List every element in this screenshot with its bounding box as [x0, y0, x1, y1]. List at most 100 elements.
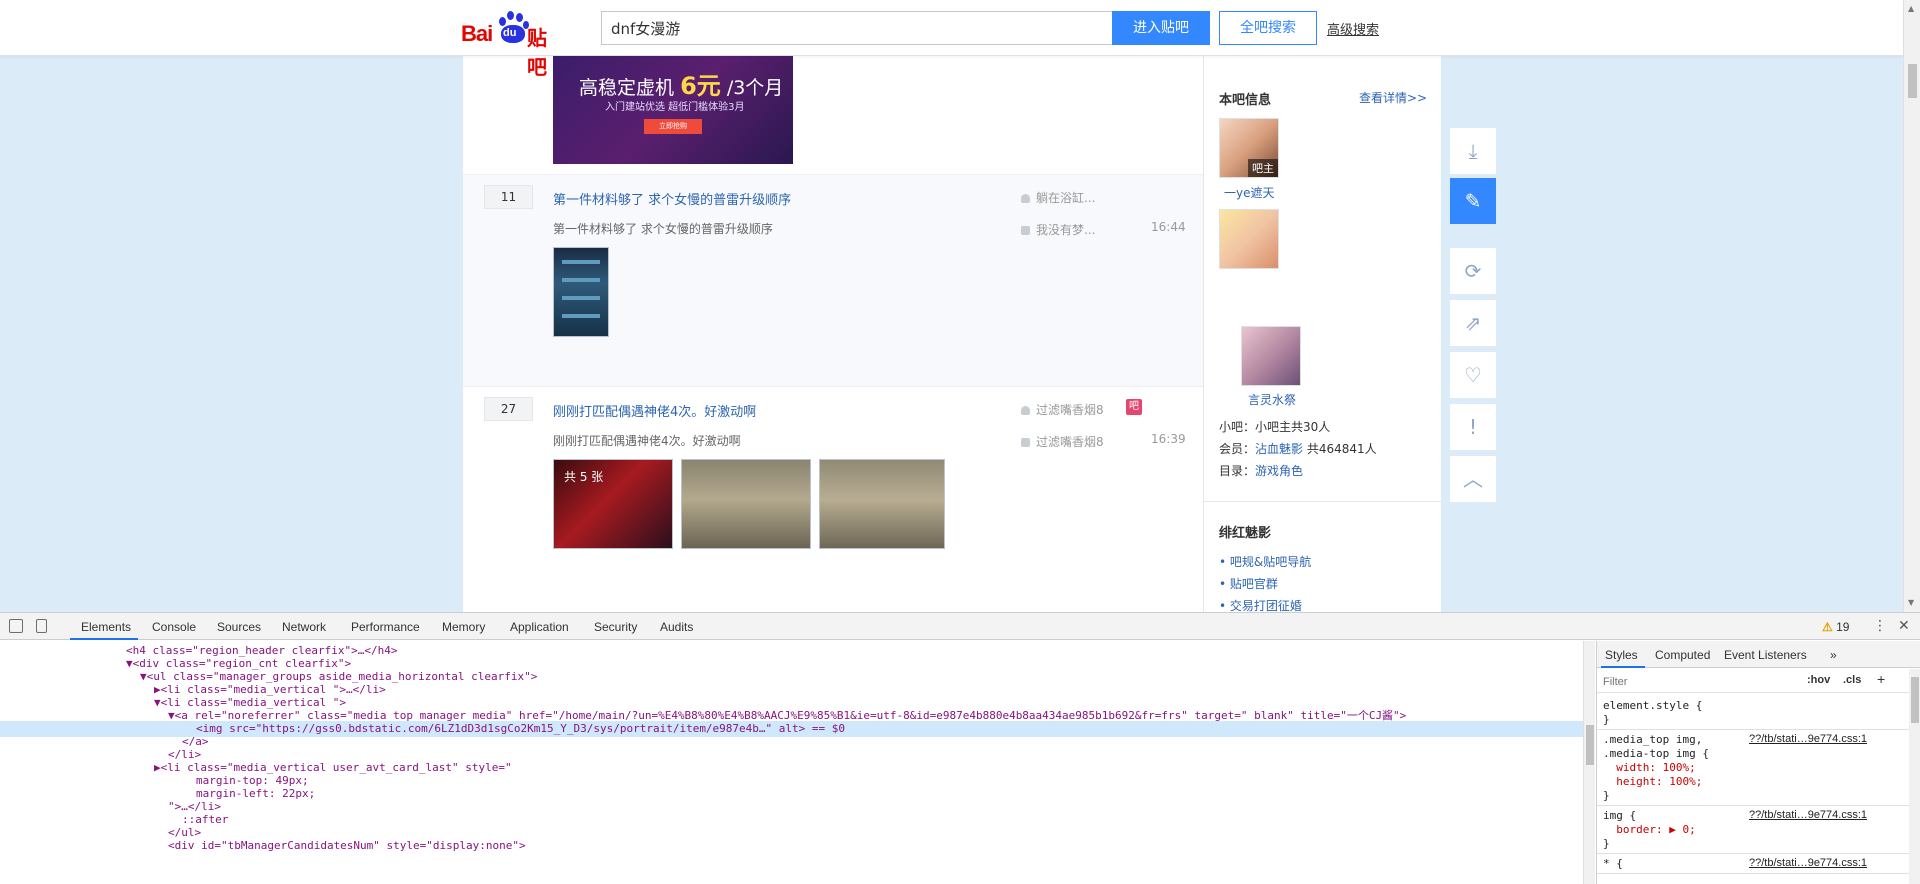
thread-author[interactable]: 躺在浴缸... [1021, 189, 1095, 206]
owner-name-link[interactable]: 一ye遮天 [1224, 184, 1275, 201]
thread-title-link[interactable]: 第一件材料够了 求个女慢的普雷升级顺序 [553, 189, 791, 208]
reply-count: 11 [484, 185, 533, 209]
thread-thumbnail[interactable] [681, 459, 811, 549]
reply-count: 27 [484, 397, 533, 421]
sidebar-link[interactable]: 吧规&贴吧导航 [1219, 553, 1311, 570]
sidebar-link[interactable]: 交易打团征婚 [1219, 597, 1302, 612]
image-count: 共 5 张 [564, 470, 604, 484]
elements-dom-tree[interactable]: <h4 class="region_header clearfix">…</h4… [0, 641, 1583, 884]
category-info: 目录：游戏角色 [1219, 464, 1304, 478]
manager-name-link[interactable]: 言灵水祭 [1248, 391, 1296, 408]
selected-tab-indicator [1601, 666, 1645, 668]
view-details-link[interactable]: 查看详情>> [1359, 89, 1427, 106]
manager-avatar[interactable] [1241, 326, 1301, 386]
tab-console[interactable]: Console [152, 620, 196, 634]
advanced-search-link[interactable]: 高级搜索 [1327, 19, 1379, 38]
new-rule-button[interactable]: + [1877, 671, 1885, 687]
thread-thumbnail[interactable] [553, 247, 609, 337]
class-toggle[interactable]: .cls [1843, 674, 1861, 686]
warning-icon: ⚠ [1822, 620, 1833, 634]
sidebar-link[interactable]: 贴吧官群 [1219, 575, 1278, 592]
member-title-link[interactable]: 沾血魅影 [1255, 442, 1303, 456]
tab-computed[interactable]: Computed [1655, 648, 1710, 662]
stylesheet-source-link[interactable]: ??/tb/stati…9e774.css:1 [1749, 733, 1867, 745]
more-options-icon[interactable]: ⋮ [1873, 618, 1887, 634]
style-rule-line[interactable]: .media_top img, ??/tb/stati…9e774.css:1 [1597, 733, 1920, 747]
tab-performance[interactable]: Performance [351, 620, 420, 634]
search-all-button[interactable]: 全吧搜索 [1219, 11, 1317, 45]
inspect-element-icon[interactable] [9, 619, 23, 633]
tab-audits[interactable]: Audits [660, 620, 693, 634]
tieba-header: Bai du 贴吧 进入贴吧 全吧搜索 高级搜索 [0, 0, 1903, 79]
ad-cta-button[interactable]: 立即抢购 [644, 119, 702, 134]
thread-item: 27 刚刚打匹配偶遇神佬4次。好激动啊 刚刚打匹配偶遇神佬4次。好激动啊 过滤嘴… [463, 386, 1203, 612]
reply-time: 16:44 [1151, 220, 1186, 234]
category-link[interactable]: 游戏角色 [1255, 464, 1303, 478]
devtools-tabbar: Elements Console Sources Network Perform… [0, 613, 1920, 640]
tieba-logo[interactable]: Bai du 贴吧 [461, 11, 565, 79]
style-rule-line[interactable]: height: 100%; [1597, 775, 1920, 789]
rule-divider [1597, 873, 1920, 874]
style-rule-line[interactable]: img {??/tb/stati…9e774.css:1 [1597, 809, 1920, 823]
scroll-down-icon[interactable]: ▼ [1908, 598, 1914, 607]
tab-sources[interactable]: Sources [217, 620, 261, 634]
tab-network[interactable]: Network [282, 620, 326, 634]
styles-pane: Styles Computed Event Listeners » :hov .… [1596, 641, 1920, 884]
tab-event-listeners[interactable]: Event Listeners [1724, 648, 1807, 662]
share-icon[interactable]: ⇗ [1450, 300, 1496, 346]
style-rule-line[interactable]: element.style { [1597, 699, 1920, 713]
style-rule-line[interactable]: } [1597, 837, 1920, 851]
style-rule-line[interactable]: width: 100%; [1597, 761, 1920, 775]
search-input[interactable] [601, 11, 1113, 45]
dom-node-line[interactable]: <div id="tbManagerCandidatesNum" style="… [0, 838, 1583, 854]
last-replier[interactable]: 过滤嘴香烟8 [1021, 433, 1104, 450]
device-toolbar-icon[interactable] [36, 619, 47, 633]
back-to-top-icon[interactable]: ︿ [1450, 456, 1496, 502]
tab-styles[interactable]: Styles [1605, 648, 1638, 662]
hover-state-toggle[interactable]: :hov [1807, 674, 1830, 686]
download-app-icon[interactable]: ⤓ [1450, 128, 1496, 174]
elements-scrollbar[interactable] [1583, 641, 1595, 884]
tab-memory[interactable]: Memory [442, 620, 485, 634]
browser-viewport: Bai du 贴吧 进入贴吧 全吧搜索 高级搜索 高稳定虚机 6元 /3个月 入… [0, 0, 1920, 612]
close-icon[interactable]: ✕ [1898, 618, 1910, 634]
manager-avatar[interactable] [1219, 209, 1279, 269]
report-icon[interactable]: ! [1450, 404, 1496, 450]
devtools-panel: Elements Console Sources Network Perform… [0, 612, 1920, 884]
page-scrollbar[interactable]: ▲ ▼ [1903, 0, 1920, 612]
scrollbar-thumb[interactable] [1908, 64, 1917, 98]
section-title: 绯红魅影 [1219, 526, 1272, 541]
refresh-icon[interactable]: ⟳ [1450, 248, 1496, 294]
style-rule-line[interactable]: } [1597, 713, 1920, 727]
thread-abstract: 刚刚打匹配偶遇神佬4次。好激动啊 [553, 434, 741, 448]
stylesheet-source-link[interactable]: ??/tb/stati…9e774.css:1 [1749, 809, 1867, 821]
stylesheet-source-link[interactable]: ??/tb/stati…9e774.css:1 [1749, 857, 1867, 869]
tab-security[interactable]: Security [594, 620, 637, 634]
rule-divider [1597, 729, 1920, 730]
more-tabs-icon[interactable]: » [1830, 648, 1837, 662]
scroll-up-icon[interactable]: ▲ [1908, 4, 1914, 13]
favorite-icon[interactable]: ♡ [1450, 352, 1496, 398]
ad-headline: 高稳定虚机 6元 /3个月 [579, 72, 784, 100]
ad-banner[interactable]: 高稳定虚机 6元 /3个月 入门建站优选 超低门槛体验3月 立即抢购 [553, 56, 793, 164]
thread-title-link[interactable]: 刚刚打匹配偶遇神佬4次。好激动啊 [553, 401, 756, 420]
styles-scrollbar[interactable] [1909, 669, 1920, 884]
post-icon[interactable]: ✎ [1450, 178, 1496, 224]
owner-avatar[interactable]: 吧主 [1219, 118, 1279, 178]
thread-thumbnail[interactable] [819, 459, 945, 549]
enter-tieba-button[interactable]: 进入贴吧 [1112, 11, 1210, 45]
style-rule-line[interactable]: * {??/tb/stati…9e774.css:1 [1597, 857, 1920, 871]
tab-elements[interactable]: Elements [81, 620, 131, 634]
style-rule-line[interactable]: .media-top img { [1597, 747, 1920, 761]
styles-filter-input[interactable] [1603, 673, 1799, 690]
last-replier[interactable]: 我没有梦... [1021, 221, 1095, 238]
thread-thumbnail[interactable]: 共 5 张 [553, 459, 673, 549]
warning-count[interactable]: ⚠ 19 [1822, 620, 1849, 634]
forum-info-title: 本吧信息 [1219, 93, 1272, 108]
style-rule-line[interactable]: border: ▶ 0; [1597, 823, 1920, 837]
tab-application[interactable]: Application [510, 620, 569, 634]
reply-time: 16:39 [1151, 432, 1186, 446]
style-rule-line[interactable]: } [1597, 789, 1920, 803]
thread-author[interactable]: 过滤嘴香烟8 [1021, 401, 1104, 418]
rule-divider [1597, 853, 1920, 854]
